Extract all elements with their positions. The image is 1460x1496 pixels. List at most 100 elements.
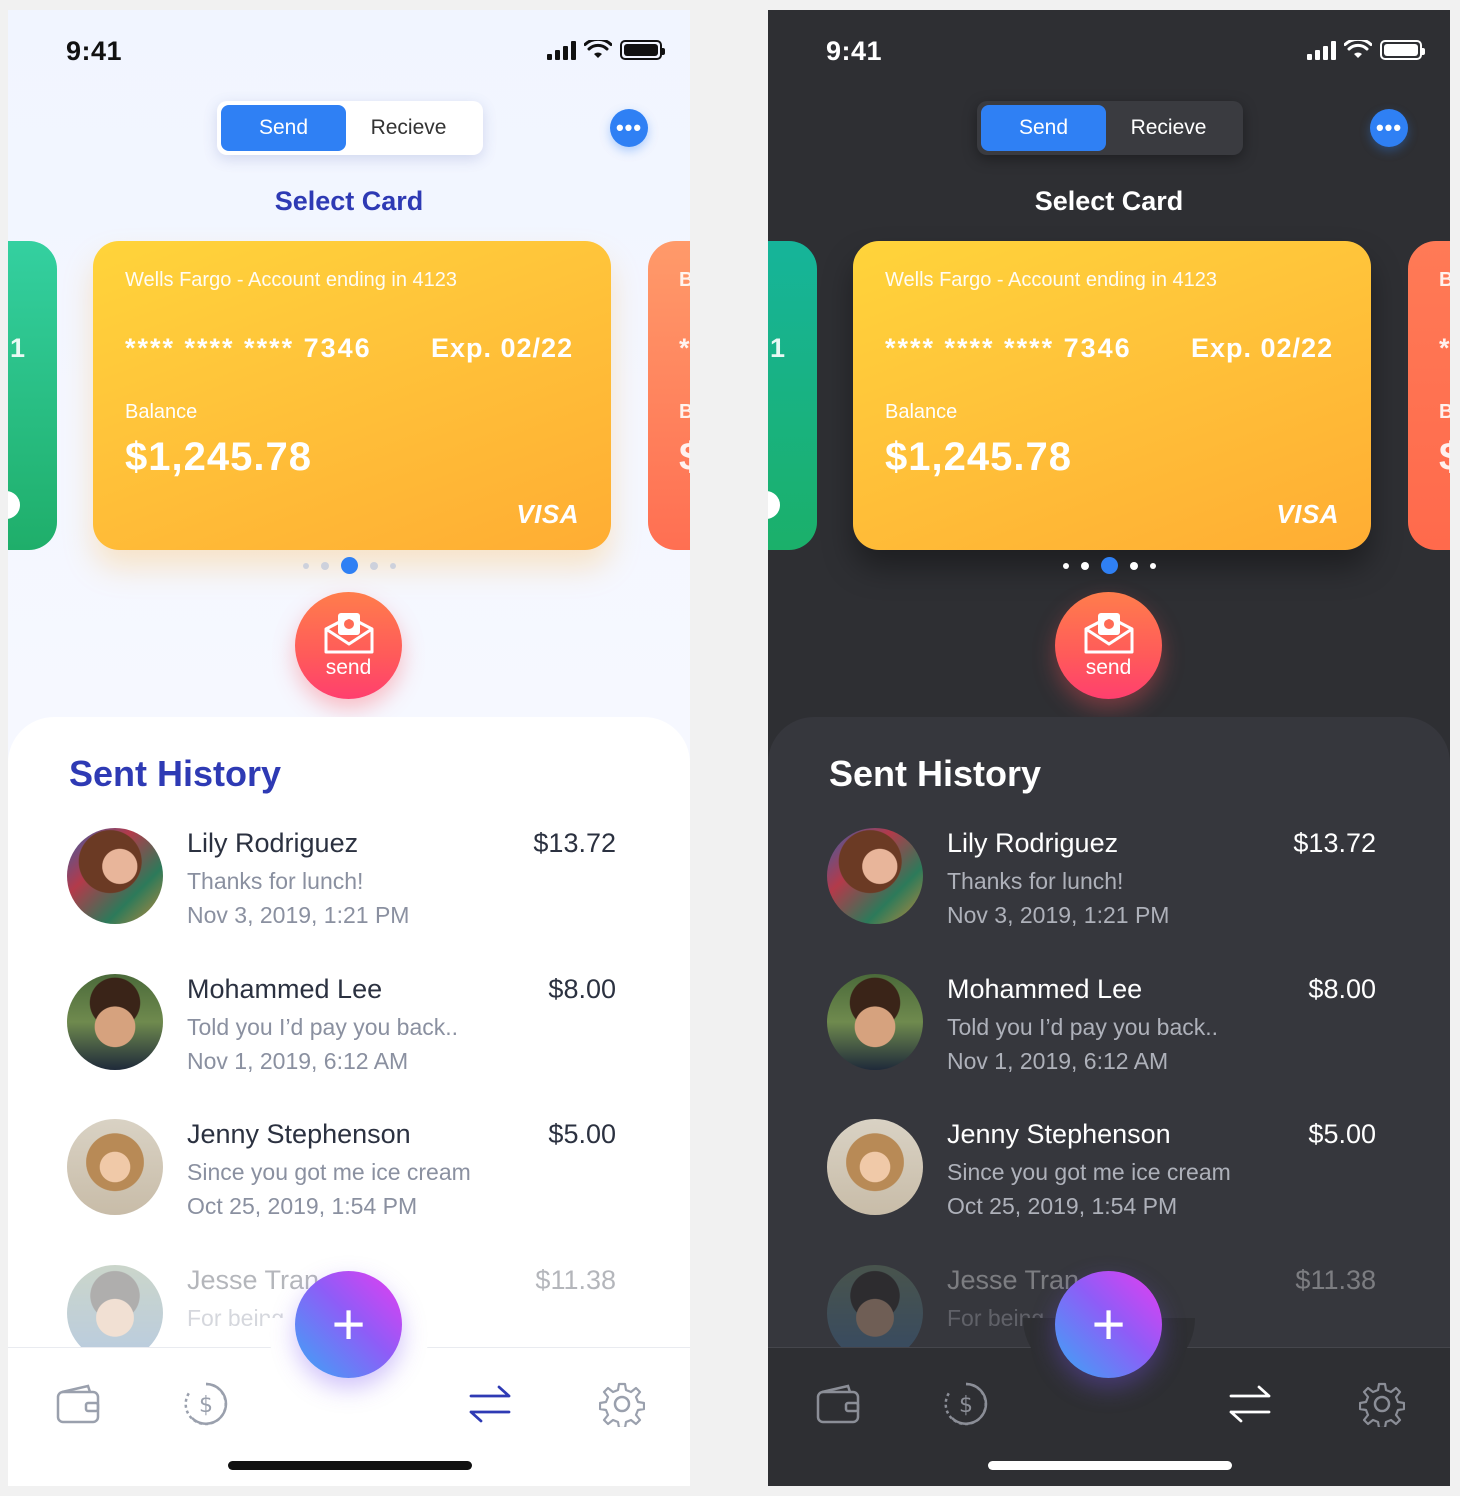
history-dollar-icon: $: [184, 1382, 228, 1426]
card-number: **** **** **** 7346: [885, 333, 1132, 363]
history-amount: $11.38: [535, 1265, 616, 1295]
card-expiry: Exp. 02/22: [431, 333, 574, 363]
phone-dark-mode: 9:41 Send Recieve ••• Select Card 1 B * …: [768, 10, 1450, 1486]
avatar: [827, 1119, 923, 1215]
carousel-dot[interactable]: [369, 561, 378, 570]
status-icons: [547, 40, 665, 60]
avatar: [827, 974, 923, 1070]
carousel-dot[interactable]: [1062, 562, 1069, 569]
card-previous-fragment: 1: [770, 333, 786, 363]
send-tab[interactable]: Send: [221, 105, 346, 151]
card-next-fragment-1: B: [1439, 269, 1450, 291]
history-memo: Since you got me ice cream: [947, 1159, 1231, 1185]
tab-settings[interactable]: [596, 1378, 648, 1430]
selected-card[interactable]: Wells Fargo - Account ending in 4123 ***…: [853, 241, 1371, 550]
send-money-button[interactable]: send: [1055, 592, 1162, 699]
history-date: Nov 3, 2019, 1:21 PM: [187, 902, 410, 928]
card-bank: Wells Fargo - Account ending in 4123: [125, 269, 458, 291]
history-row[interactable]: Jenny Stephenson Since you got me ice cr…: [768, 1119, 1450, 1239]
card-previous[interactable]: 1: [768, 241, 817, 550]
carousel-indicator: [768, 557, 1450, 574]
select-card-title: Select Card: [274, 186, 424, 216]
send-tab[interactable]: Send: [981, 105, 1106, 151]
history-amount: $8.00: [1308, 974, 1376, 1004]
wifi-icon: [1344, 40, 1372, 58]
history-amount: $5.00: [1308, 1119, 1376, 1149]
history-row[interactable]: Mohammed Lee Told you I’d pay you back..…: [8, 974, 690, 1094]
carousel-dot-active[interactable]: [1100, 557, 1118, 574]
more-options-button[interactable]: •••: [1370, 109, 1408, 147]
battery-icon: [620, 40, 665, 60]
history-memo: Thanks for lunch!: [187, 868, 364, 894]
history-row[interactable]: Lily Rodriguez Thanks for lunch! Nov 3, …: [8, 828, 690, 948]
tab-history[interactable]: $: [180, 1378, 232, 1430]
card-previous-fragment: 1: [10, 333, 26, 363]
add-button[interactable]: +: [295, 1271, 402, 1378]
select-card-title: Select Card: [1034, 186, 1184, 216]
history-row[interactable]: Mohammed Lee Told you I’d pay you back..…: [768, 974, 1450, 1094]
sent-history-title: Sent History: [829, 753, 1042, 794]
history-date: Nov 1, 2019, 6:12 AM: [947, 1048, 1169, 1074]
receive-tab[interactable]: Recieve: [1106, 105, 1231, 151]
history-name: Mohammed Lee: [947, 974, 1143, 1004]
tab-transfer[interactable]: [464, 1378, 516, 1430]
card-balance-label: Balance: [885, 401, 958, 423]
history-dollar-icon: $: [944, 1382, 988, 1426]
tab-transfer[interactable]: [1224, 1378, 1276, 1430]
history-date: Oct 25, 2019, 1:54 PM: [947, 1193, 1178, 1219]
history-row[interactable]: Jenny Stephenson Since you got me ice cr…: [8, 1119, 690, 1239]
card-previous-logo: [768, 491, 780, 519]
tab-history[interactable]: $: [940, 1378, 992, 1430]
send-money-button[interactable]: send: [295, 592, 402, 699]
carousel-dot[interactable]: [1129, 561, 1138, 570]
carousel-dot[interactable]: [1149, 562, 1156, 569]
card-next[interactable]: B * B $: [1408, 241, 1450, 550]
status-bar: 9:41: [768, 10, 1450, 90]
home-indicator: [228, 1461, 472, 1470]
carousel-dot[interactable]: [1080, 561, 1089, 570]
wallet-icon: [56, 1384, 100, 1424]
status-time: 9:41: [826, 36, 883, 66]
history-row[interactable]: Lily Rodriguez Thanks for lunch! Nov 3, …: [768, 828, 1450, 948]
card-next-fragment-4: $: [679, 435, 690, 480]
carousel-dot[interactable]: [320, 561, 329, 570]
svg-text:$: $: [959, 1393, 973, 1418]
status-icons: [1307, 40, 1425, 60]
history-date: Oct 25, 2019, 1:54 PM: [187, 1193, 418, 1219]
card-next[interactable]: B * B $: [648, 241, 690, 550]
avatar: [67, 974, 163, 1070]
phone-light-mode: 9:41 Send Recieve ••• Select Card 1 B * …: [8, 10, 690, 1486]
card-next-fragment-3: B: [1439, 401, 1450, 423]
tab-wallet[interactable]: [812, 1378, 864, 1430]
card-next-fragment-3: B: [679, 401, 690, 423]
wallet-icon: [816, 1384, 860, 1424]
card-next-fragment-1: B: [679, 269, 690, 291]
sent-history-title: Sent History: [69, 753, 282, 794]
carousel-dot[interactable]: [389, 562, 396, 569]
transfer-icon: [1229, 1385, 1271, 1423]
sent-history-panel: Sent History Lily Rodriguez Thanks for l…: [768, 717, 1450, 1361]
card-expiry: Exp. 02/22: [1191, 333, 1334, 363]
history-amount: $13.72: [1293, 828, 1376, 858]
add-button[interactable]: +: [1055, 1271, 1162, 1378]
tab-wallet[interactable]: [52, 1378, 104, 1430]
history-name: Lily Rodriguez: [947, 828, 1119, 858]
send-receive-toggle: Send Recieve: [217, 101, 483, 155]
history-memo: Thanks for lunch!: [947, 868, 1124, 894]
history-name: Jenny Stephenson: [947, 1119, 1171, 1149]
card-next-fragment-2: *: [1439, 333, 1450, 363]
carousel-dot-active[interactable]: [340, 557, 358, 574]
envelope-money-icon: [1084, 612, 1133, 653]
selected-card[interactable]: Wells Fargo - Account ending in 4123 ***…: [93, 241, 611, 550]
tab-settings[interactable]: [1356, 1378, 1408, 1430]
send-button-label: send: [325, 655, 372, 679]
receive-tab[interactable]: Recieve: [346, 105, 471, 151]
history-name: Jesse Tran: [187, 1265, 320, 1295]
more-options-button[interactable]: •••: [610, 109, 648, 147]
card-previous[interactable]: 1: [8, 241, 57, 550]
carousel-dot[interactable]: [302, 562, 309, 569]
envelope-money-icon: [324, 612, 373, 653]
history-memo: Told you I’d pay you back..: [187, 1014, 459, 1040]
history-amount: $13.72: [533, 828, 616, 858]
history-amount: $11.38: [1295, 1265, 1376, 1295]
